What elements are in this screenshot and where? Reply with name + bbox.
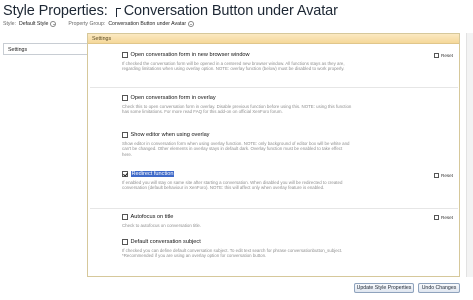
reset-control[interactable]: Reset (434, 53, 453, 58)
option-title: Redirect function (130, 171, 175, 177)
show-editor-checkbox[interactable] (122, 132, 128, 138)
option-description: Show editor in conversation form when us… (122, 141, 350, 157)
style-label: Style: (3, 21, 16, 27)
option-title: Open conversation form in new browser wi… (130, 52, 250, 58)
property-group-label: Property Group: (68, 21, 106, 27)
reset-control[interactable]: Reset (434, 173, 453, 178)
style-filters: Style: Default Style Property Group: Con… (3, 21, 195, 27)
option-show-editor: Show editor when using overlay Show edit… (122, 131, 452, 157)
reset-checkbox[interactable] (434, 173, 439, 178)
option-description: If checked the conversation form will be… (122, 61, 345, 72)
settings-tabs: Settings (3, 43, 87, 55)
reset-checkbox[interactable] (434, 53, 439, 58)
option-title: Show editor when using overlay (130, 132, 210, 138)
chevron-down-icon[interactable] (188, 21, 195, 27)
reset-label: Reset (441, 173, 454, 178)
page-title-prefix: Style Properties: (3, 3, 108, 19)
open-overlay-checkbox[interactable] (122, 95, 128, 101)
option-description: If enabled you will stay on same site af… (122, 180, 343, 191)
property-group-select[interactable]: Conversation Button under Avatar (108, 21, 186, 27)
redirect-function-checkbox[interactable] (122, 171, 128, 177)
panel-header: Settings (88, 34, 459, 44)
option-redirect-function: Redirect function If enabled you will st… (122, 170, 452, 191)
bracket-icon (115, 8, 121, 17)
reset-label: Reset (441, 215, 454, 220)
open-new-window-checkbox[interactable] (122, 52, 128, 58)
tab-settings[interactable]: Settings (3, 43, 87, 55)
style-select[interactable]: Default Style (19, 21, 48, 27)
divider (90, 208, 458, 209)
option-default-subject: Default conversation subject If checked … (122, 238, 452, 259)
reset-checkbox[interactable] (434, 215, 439, 220)
reset-control[interactable]: Reset (434, 215, 453, 220)
option-open-overlay: Open conversation form in overlay Check … (122, 94, 452, 115)
option-title: Open conversation form in overlay (130, 95, 216, 101)
chevron-down-icon[interactable] (50, 21, 57, 27)
option-title: Autofocus on title (130, 214, 174, 220)
undo-changes-button[interactable]: Undo Changes (418, 283, 460, 293)
option-open-new-window: Open conversation form in new browser wi… (122, 51, 452, 72)
autofocus-title-checkbox[interactable] (122, 214, 128, 220)
reset-label: Reset (441, 53, 454, 58)
scrollbar[interactable] (466, 33, 473, 277)
page-title-group: Conversation Button under Avatar (123, 3, 338, 19)
update-style-properties-button[interactable]: Update Style Properties (354, 283, 414, 293)
option-autofocus-title: Autofocus on title Check to autofocus on… (122, 213, 452, 228)
default-subject-checkbox[interactable] (122, 239, 128, 245)
option-description: Check this to open conversation form in … (122, 104, 352, 115)
divider (90, 87, 458, 88)
option-description: If checked you can define default conver… (122, 248, 343, 259)
option-title: Default conversation subject (130, 239, 201, 245)
option-description: Check to autofocus on conversation title… (122, 223, 202, 228)
page-title: Style Properties: Conversation Button und… (3, 2, 338, 19)
